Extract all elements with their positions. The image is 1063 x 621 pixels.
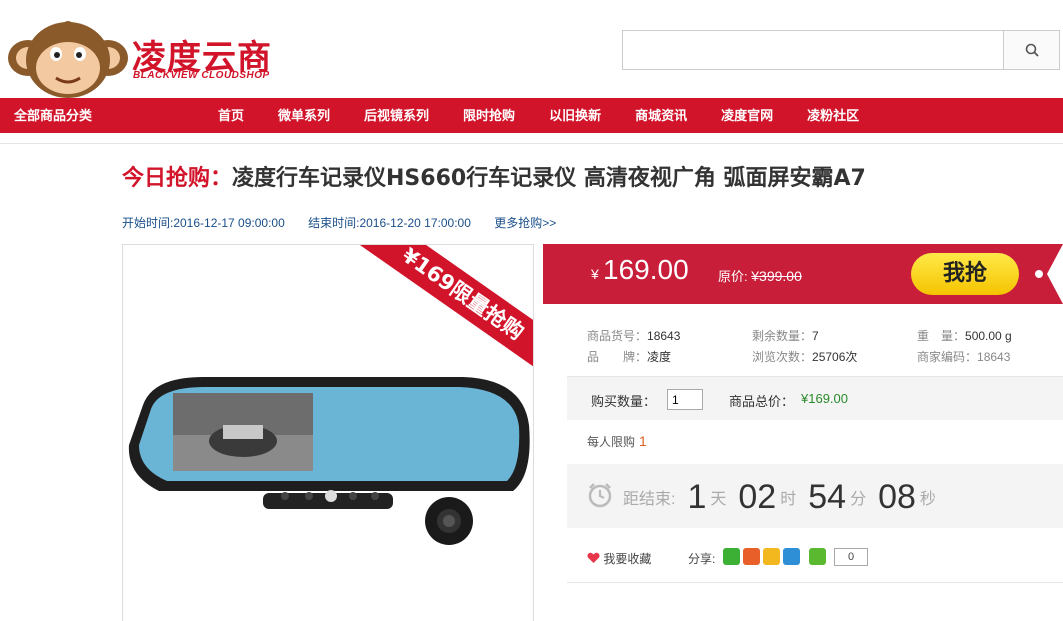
favorite-label: 我要收藏 <box>603 552 652 566</box>
weibo-icon[interactable] <box>743 548 760 565</box>
product-title: 今日抢购：凌度行车记录仪HS660行车记录仪 高清夜视广角 弧面屏安霸A7 <box>122 160 866 192</box>
info-sku: 商品货号：18643 <box>587 329 681 343</box>
quantity-input[interactable] <box>667 389 703 410</box>
more-share-icon[interactable] <box>809 548 826 565</box>
search-input[interactable] <box>623 31 1003 69</box>
heart-icon <box>587 552 600 563</box>
countdown-seconds-unit: 秒 <box>919 491 936 508</box>
countdown-seconds: 08 <box>878 478 916 516</box>
wechat-icon[interactable] <box>723 548 740 565</box>
info-brand: 品 牌：凌度 <box>587 350 672 364</box>
brand-name-en: BLACKVIEW CLOUDSHOP <box>133 70 270 81</box>
countdown-minutes: 54 <box>808 478 847 516</box>
product-info: 商品货号：18643 剩余数量：7 重 量：500.00 g 品 牌：凌度 浏览… <box>587 326 1063 368</box>
original-price-value: ¥399.00 <box>751 268 802 284</box>
nav-item-trade-in[interactable]: 以旧换新 <box>532 98 618 133</box>
sale-times: 开始时间:2016-12-17 09:00:00 结束时间:2016-12-20… <box>122 214 576 231</box>
nav-divider <box>0 143 1063 144</box>
share-divider <box>567 582 1063 583</box>
dashcam-mirror-image <box>128 377 530 545</box>
title-label: 今日抢购： <box>122 166 233 191</box>
monkey-mascot-icon <box>8 21 128 98</box>
info-row: 商品货号：18643 剩余数量：7 重 量：500.00 g <box>587 326 1063 347</box>
bar-tail <box>1047 244 1063 304</box>
end-time: 结束时间:2016-12-20 17:00:00 <box>308 216 471 230</box>
nav-item-rearview[interactable]: 后视镜系列 <box>347 98 446 133</box>
limit-label: 每人限购 <box>587 435 636 449</box>
site-logo[interactable]: 凌度云商 BLACKVIEW CLOUDSHOP <box>0 18 290 100</box>
search-button[interactable] <box>1003 31 1059 69</box>
info-weight: 重 量：500.00 g <box>917 329 1012 343</box>
info-row: 品 牌：凌度 浏览次数：25706次 商家编码：18643 <box>587 347 1063 368</box>
alarm-clock-icon <box>588 483 612 508</box>
favorite-button[interactable]: 我要收藏 <box>587 550 651 567</box>
nav-item-news[interactable]: 商城资讯 <box>618 98 704 133</box>
countdown-hours: 02 <box>738 478 777 516</box>
product-image[interactable]: ¥169限量抢购 <box>122 244 534 621</box>
countdown-label: 距结束: <box>623 491 676 508</box>
nav-item-official-site[interactable]: 凌度官网 <box>704 98 790 133</box>
search-icon <box>1025 43 1039 57</box>
countdown-hours-unit: 时 <box>780 491 797 508</box>
share-label: 分享: <box>688 552 716 566</box>
total-label: 商品总价： <box>729 394 795 409</box>
countdown-timer: 距结束: 1 天 02 时 54 分 08 秒 <box>567 464 1063 528</box>
product-page: 凌度云商 BLACKVIEW CLOUDSHOP 全部商品分类 首页 微单系列 … <box>0 0 1063 621</box>
price-bar: ¥ 169.00 原价: ¥399.00 我抢 <box>543 244 1063 304</box>
qzone-icon[interactable] <box>763 548 780 565</box>
quantity-label: 购买数量： <box>591 394 657 409</box>
original-price: 原价: ¥399.00 <box>718 266 802 285</box>
start-time: 开始时间:2016-12-17 09:00:00 <box>122 216 285 230</box>
share-bar: 我要收藏 分享: 0 <box>587 548 868 567</box>
countdown-days: 1 <box>687 478 707 516</box>
nav-item-mirrorless[interactable]: 微单系列 <box>261 98 347 133</box>
grab-button[interactable]: 我抢 <box>911 253 1019 295</box>
bar-dot <box>1035 270 1043 278</box>
original-price-label: 原价: <box>718 269 748 284</box>
info-stock: 剩余数量：7 <box>752 329 819 343</box>
search-box <box>622 30 1060 70</box>
share-count: 0 <box>834 548 868 566</box>
limit-value: 1 <box>639 433 647 449</box>
all-categories-menu[interactable]: 全部商品分类 <box>0 98 200 133</box>
countdown-minutes-unit: 分 <box>850 491 867 508</box>
nav-item-home[interactable]: 首页 <box>201 98 261 133</box>
tencent-weibo-icon[interactable] <box>783 548 800 565</box>
more-sales-link[interactable]: 更多抢购>> <box>494 216 556 230</box>
total-value: ¥169.00 <box>801 391 848 406</box>
purchase-limit: 每人限购 1 <box>587 433 647 450</box>
quantity-section: 购买数量： 商品总价： ¥169.00 <box>567 376 1063 420</box>
countdown-text: 距结束: 1 天 02 时 54 分 08 秒 <box>623 478 936 517</box>
share-icons <box>723 548 826 565</box>
current-price: 169.00 <box>603 254 689 285</box>
info-views: 浏览次数：25706次 <box>752 350 858 364</box>
main-nav: 全部商品分类 首页 微单系列 后视镜系列 限时抢购 以旧换新 商城资讯 凌度官网… <box>0 98 1063 133</box>
countdown-days-unit: 天 <box>710 491 727 508</box>
currency-symbol: ¥ <box>591 266 599 282</box>
nav-item-flash-sale[interactable]: 限时抢购 <box>446 98 532 133</box>
info-merchant-code: 商家编码：18643 <box>917 350 1011 364</box>
nav-item-community[interactable]: 凌粉社区 <box>790 98 876 133</box>
product-name: 凌度行车记录仪HS660行车记录仪 高清夜视广角 弧面屏安霸A7 <box>232 166 866 191</box>
